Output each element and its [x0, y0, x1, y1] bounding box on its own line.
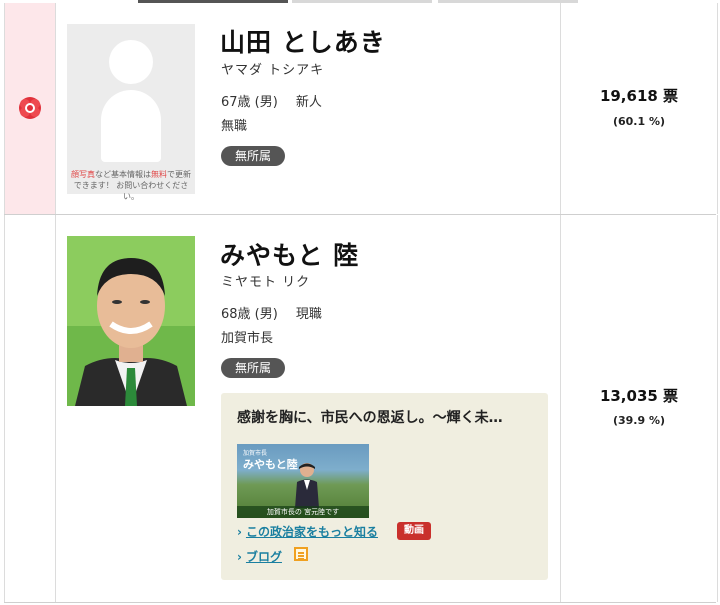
age-sex: 67歳 (男)	[221, 95, 278, 110]
candidate-row: 顔写真など基本情報は無料で更新 できます！ お問い合わせください。 山田 としあ…	[4, 3, 718, 215]
vote-percent: (39.9 %)	[612, 414, 666, 427]
vote-count: 13,035 票	[599, 387, 679, 405]
blog-icon[interactable]	[294, 547, 308, 561]
candidate-occupation: 無職	[221, 119, 248, 134]
more-about-link[interactable]: › この政治家をもっと知る	[237, 523, 378, 540]
photo-update-note: 顔写真など基本情報は無料で更新 できます！ お問い合わせください。	[71, 170, 191, 201]
party-badge: 無所属	[221, 146, 286, 166]
candidate-photo-placeholder[interactable]: 顔写真など基本情報は無料で更新 できます！ お問い合わせください。	[67, 24, 195, 201]
video-badge[interactable]: 動画	[397, 522, 431, 540]
marker-cell	[4, 215, 56, 602]
avatar-body	[101, 90, 161, 162]
blog-link[interactable]: › ブログ	[237, 548, 282, 565]
video-caption: 加賀市長の 宮元陸です	[237, 506, 369, 518]
vote-cell: 19,618 票 (60.1 %)	[560, 3, 718, 214]
incumbency-status: 新人	[295, 95, 322, 110]
candidate-name[interactable]: みやもと 陸	[220, 236, 359, 272]
age-sex: 68歳 (男)	[221, 307, 278, 322]
winner-marker-cell	[4, 3, 56, 214]
candidate-age-status: 68歳 (男) 現職	[221, 303, 322, 322]
candidate-kana: ミヤモト リク	[221, 275, 311, 290]
promo-box: 感謝を胸に、市民への恩返し。～輝く未… 加賀市長 みやもと陸 加賀市長の 宮元陸…	[221, 393, 548, 580]
candidate-name[interactable]: 山田 としあき	[220, 23, 386, 59]
vote-count: 19,618 票	[599, 87, 679, 105]
candidate-photo[interactable]	[67, 236, 195, 406]
video-title: みやもと陸	[243, 458, 298, 471]
candidate-row: みやもと 陸 ミヤモト リク 68歳 (男) 現職 加賀市長 無所属 感謝を胸に、…	[4, 215, 718, 603]
vote-percent: (60.1 %)	[612, 115, 666, 128]
chevron-right-icon: ›	[237, 550, 242, 564]
candidate-age-status: 67歳 (男) 新人	[221, 91, 322, 110]
party-badge: 無所属	[221, 358, 286, 378]
chevron-right-icon: ›	[237, 525, 242, 539]
promo-title[interactable]: 感謝を胸に、市民への恩返し。～輝く未…	[237, 407, 503, 427]
vote-cell: 13,035 票 (39.9 %)	[560, 215, 718, 602]
rose-icon	[19, 97, 41, 119]
video-thumbnail[interactable]: 加賀市長 みやもと陸 加賀市長の 宮元陸です	[237, 444, 369, 518]
incumbency-status: 現職	[295, 307, 322, 322]
candidate-occupation: 加賀市長	[221, 331, 274, 346]
candidate-kana: ヤマダ トシアキ	[221, 63, 325, 78]
person-figure	[295, 463, 319, 508]
avatar-head	[109, 40, 153, 84]
